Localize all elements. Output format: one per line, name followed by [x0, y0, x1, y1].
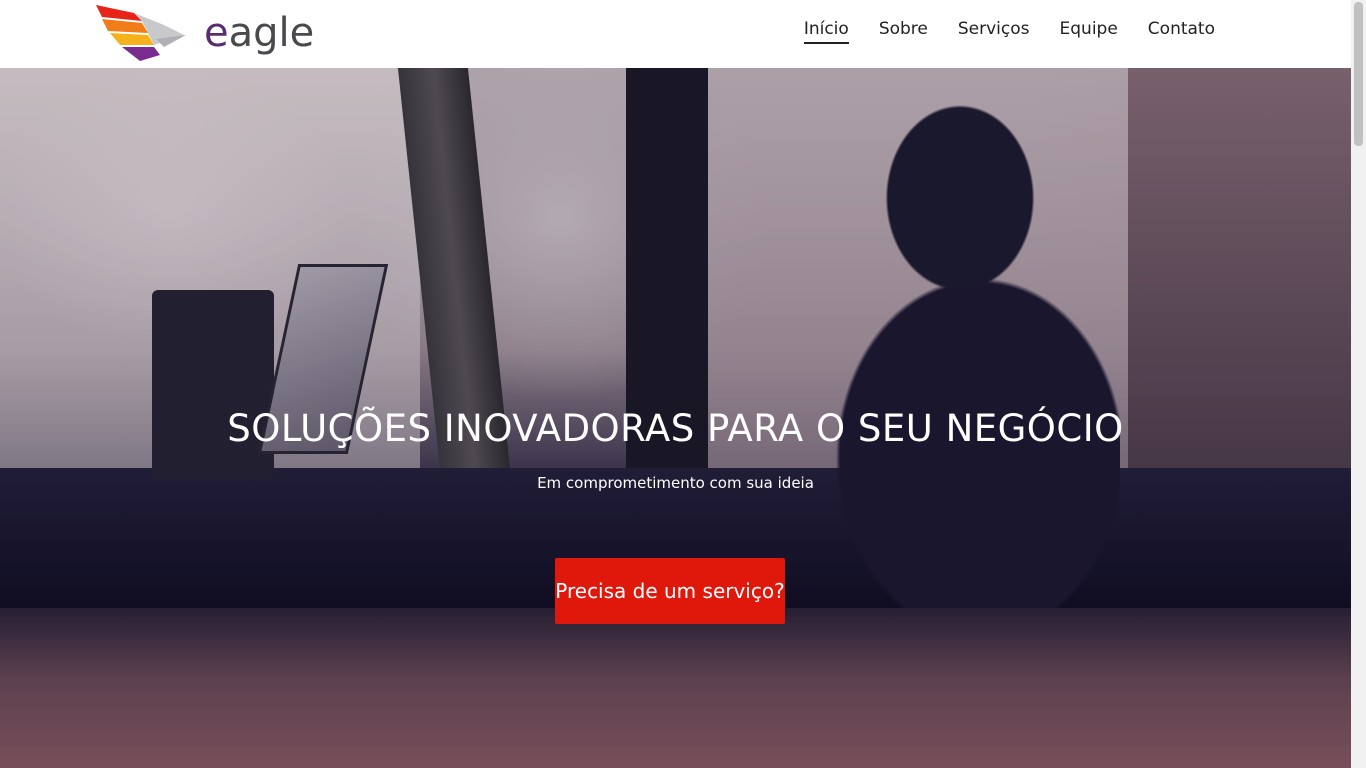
- nav-item-equipe[interactable]: Equipe: [1060, 18, 1118, 44]
- logo-letter-e: e: [204, 10, 229, 56]
- nav-item-inicio[interactable]: Início: [803, 18, 849, 44]
- nav-item-sobre[interactable]: Sobre: [879, 18, 928, 44]
- page: eagle Início Sobre Serviços Equipe Conta…: [0, 0, 1351, 768]
- cta-service-button[interactable]: Precisa de um serviço?: [555, 558, 785, 624]
- scrollbar-thumb[interactable]: [1354, 2, 1363, 146]
- hero-section: SOLUÇÕES INOVADORAS PARA O SEU NEGÓCIO E…: [0, 68, 1351, 768]
- nav-item-contato[interactable]: Contato: [1148, 18, 1215, 44]
- logo-letters-agle: agle: [228, 10, 315, 56]
- eagle-wing-logo-icon: [96, 5, 186, 61]
- site-header: eagle Início Sobre Serviços Equipe Conta…: [0, 0, 1351, 68]
- vertical-scrollbar[interactable]: [1351, 0, 1366, 768]
- hero-subtitle: Em comprometimento com sua ideia: [537, 474, 814, 492]
- main-nav: Início Sobre Serviços Equipe Contato: [803, 18, 1215, 44]
- logo-wordmark: eagle: [204, 9, 314, 57]
- eagle-logo[interactable]: eagle: [94, 3, 334, 63]
- hero-title: SOLUÇÕES INOVADORAS PARA O SEU NEGÓCIO: [227, 407, 1124, 450]
- nav-item-servicos[interactable]: Serviços: [958, 18, 1030, 44]
